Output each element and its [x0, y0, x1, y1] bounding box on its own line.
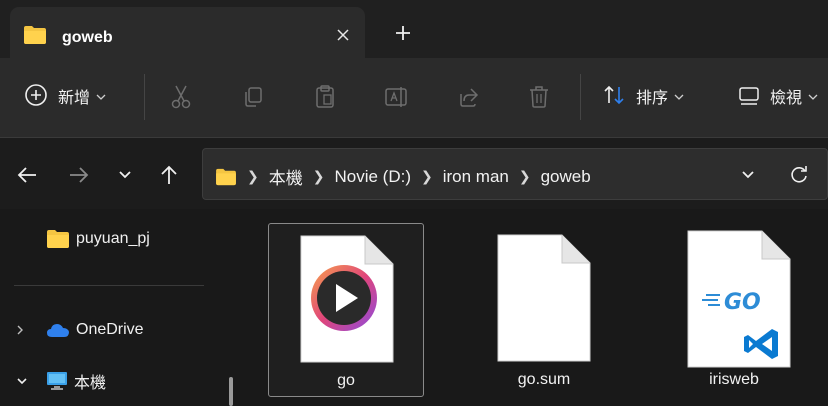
- copy-icon[interactable]: [236, 80, 270, 114]
- back-arrow-icon[interactable]: [12, 160, 42, 190]
- recent-locations-chevron-icon[interactable]: [110, 160, 140, 190]
- divider: [14, 285, 204, 286]
- folder-icon: [215, 168, 237, 186]
- rename-icon[interactable]: [380, 80, 414, 114]
- chevron-right-icon[interactable]: ❯: [519, 168, 531, 185]
- tab-goweb[interactable]: goweb: [10, 7, 365, 58]
- breadcrumb-item[interactable]: goweb: [541, 167, 591, 187]
- folder-icon: [23, 25, 47, 48]
- file-item-go[interactable]: go: [268, 223, 424, 397]
- blank-file-icon: [496, 233, 592, 366]
- divider: [144, 74, 145, 120]
- chevron-down-icon: [808, 88, 818, 104]
- sort-arrows-icon: [602, 83, 626, 110]
- new-label: 新增: [58, 90, 91, 107]
- view-label: 檢視: [770, 90, 803, 107]
- chevron-down-icon: [96, 88, 106, 104]
- breadcrumb-item[interactable]: iron man: [443, 167, 509, 187]
- divider: [580, 74, 581, 120]
- chevron-right-icon[interactable]: ❯: [313, 168, 325, 185]
- view-icon: [738, 84, 760, 109]
- chevron-right-icon[interactable]: [16, 324, 30, 336]
- chevron-right-icon[interactable]: ❯: [247, 168, 259, 185]
- breadcrumb-item[interactable]: Novie (D:): [334, 167, 411, 187]
- sidebar-item-this-pc[interactable]: 本機: [16, 369, 106, 393]
- sort-button[interactable]: 排序: [602, 78, 684, 114]
- navigation-bar: ❯ 本機 ❯ Novie (D:) ❯ iron man ❯ goweb: [0, 138, 828, 209]
- refresh-icon[interactable]: [785, 161, 813, 189]
- command-bar: 新增 排序 檢視: [0, 58, 828, 138]
- cut-icon[interactable]: [164, 80, 198, 114]
- sidebar-item-label: 本機: [74, 375, 107, 392]
- chevron-down-icon[interactable]: [16, 377, 30, 385]
- sidebar-item-label: OneDrive: [76, 321, 144, 338]
- new-tab-icon[interactable]: [386, 18, 420, 48]
- svg-text:GO: GO: [724, 290, 761, 315]
- view-button[interactable]: 檢視: [738, 78, 818, 114]
- file-item-go-sum[interactable]: go.sum: [466, 223, 622, 397]
- tab-strip: goweb: [0, 0, 828, 58]
- sidebar-item-label: puyuan_pj: [76, 230, 150, 247]
- file-grid: go go.sum GO irisweb: [240, 209, 828, 406]
- folder-icon: [46, 229, 70, 249]
- chevron-right-icon[interactable]: ❯: [421, 168, 433, 185]
- file-item-irisweb[interactable]: GO irisweb: [656, 223, 812, 397]
- sidebar-item-puyuan-pj[interactable]: puyuan_pj: [46, 229, 150, 249]
- media-player-icon: [299, 234, 395, 367]
- file-name: irisweb: [709, 371, 759, 388]
- monitor-icon: [46, 371, 68, 391]
- breadcrumb: ❯ 本機 ❯ Novie (D:) ❯ iron man ❯ goweb: [215, 164, 591, 189]
- address-history-chevron-icon[interactable]: [735, 163, 761, 187]
- chevron-down-icon: [674, 88, 684, 104]
- delete-icon[interactable]: [522, 80, 556, 114]
- sidebar-item-onedrive[interactable]: OneDrive: [16, 321, 144, 339]
- sort-label: 排序: [636, 90, 669, 107]
- close-tab-icon[interactable]: [328, 21, 358, 49]
- breadcrumb-item[interactable]: 本機: [269, 164, 303, 189]
- paste-icon[interactable]: [308, 80, 342, 114]
- plus-circle-icon: [24, 83, 48, 110]
- address-bar[interactable]: ❯ 本機 ❯ Novie (D:) ❯ iron man ❯ goweb: [202, 148, 828, 200]
- up-arrow-icon[interactable]: [154, 160, 184, 190]
- go-vscode-file-icon: GO: [686, 229, 792, 372]
- sidebar-scrollbar[interactable]: [229, 377, 233, 406]
- file-name: go.sum: [517, 371, 571, 388]
- file-name: go: [337, 372, 355, 389]
- tab-title: goweb: [62, 29, 113, 46]
- navigation-pane: puyuan_pj OneDrive 本機: [0, 209, 240, 406]
- cloud-icon: [46, 322, 70, 338]
- new-button[interactable]: 新增: [24, 78, 106, 114]
- forward-arrow-icon[interactable]: [64, 160, 94, 190]
- share-icon[interactable]: [452, 80, 486, 114]
